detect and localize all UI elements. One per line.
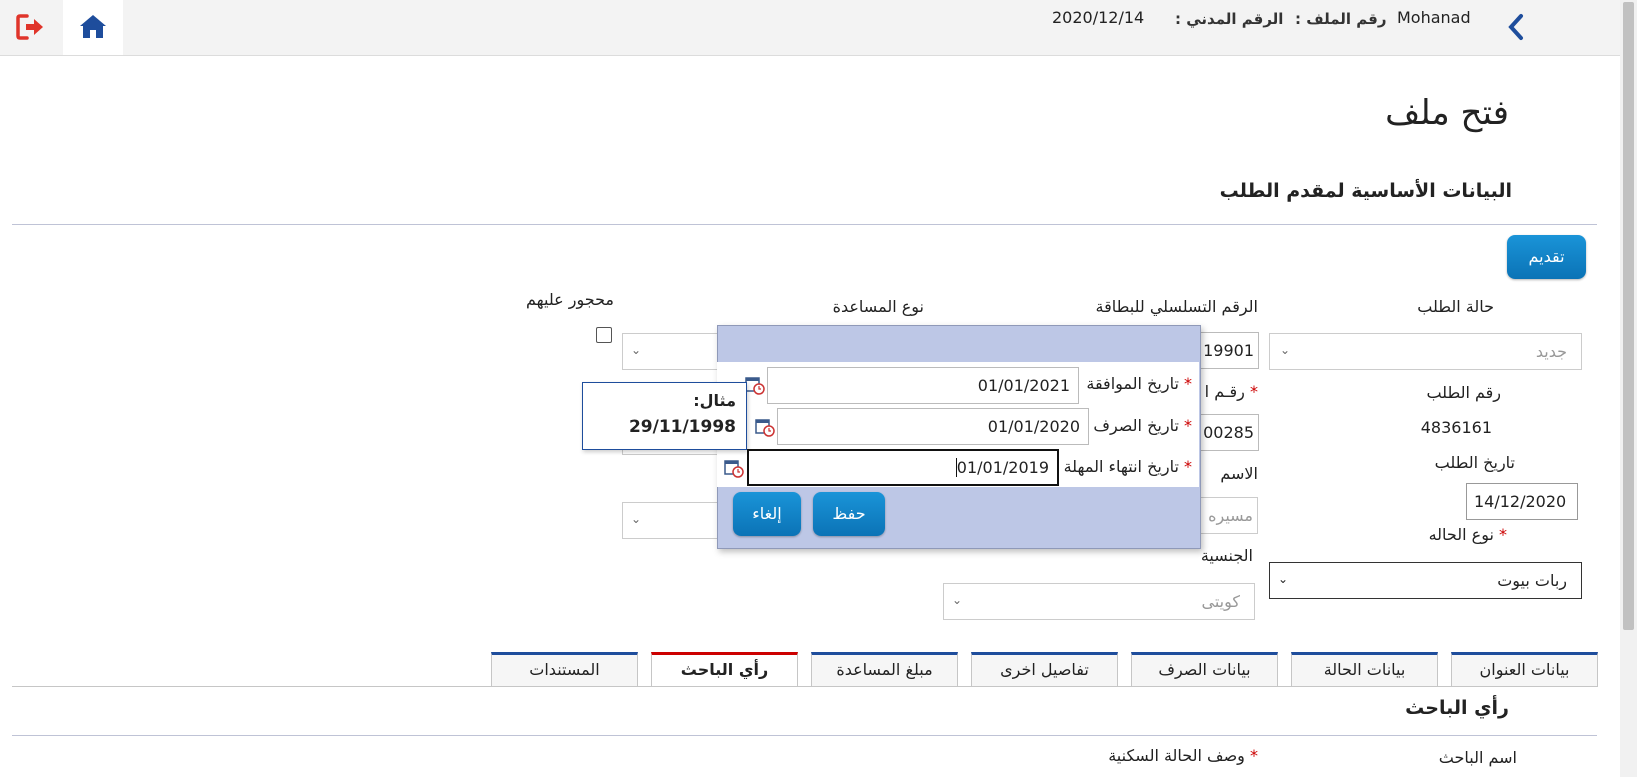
researcher-section-title: رأي الباحث: [1405, 697, 1509, 719]
chevron-down-icon: ⌄: [631, 512, 642, 526]
restricted-label: محجور عليهم: [526, 290, 614, 309]
tab-researcher-opinion[interactable]: رأي الباحث: [651, 652, 798, 687]
tab-documents[interactable]: المستندات: [491, 652, 638, 687]
submit-button[interactable]: تقديم: [1507, 235, 1586, 279]
approval-date-input[interactable]: 01/01/2021: [767, 367, 1079, 404]
tooltip-title: مثال:: [693, 391, 736, 410]
approval-date-label: * تاريخ الموافقة: [1086, 374, 1192, 393]
home-icon: [80, 15, 106, 38]
tab-payment[interactable]: بيانات الصرف: [1131, 652, 1278, 687]
request-status-select[interactable]: جديد ⌄: [1269, 333, 1582, 370]
page-title: فتح ملف: [1385, 93, 1509, 133]
payment-date-input[interactable]: 01/01/2020: [777, 408, 1089, 445]
deadline-date-label: * تاريخ انتهاء المهلة: [1063, 457, 1192, 476]
request-status-label: حالة الطلب: [1417, 297, 1494, 316]
card-serial-label: الرقم التسلسلي للبطاقة: [1095, 297, 1258, 316]
case-type-select[interactable]: ربات بيوت ⌄: [1269, 562, 1582, 599]
tab-assistance-amount[interactable]: مبلغ المساعدة: [811, 652, 958, 687]
name-label: الاسم: [1220, 464, 1258, 483]
calendar-clock-icon[interactable]: [745, 375, 765, 399]
restricted-checkbox[interactable]: [596, 327, 612, 343]
chevron-down-icon: ⌄: [1278, 572, 1289, 586]
request-number-value: 4836161: [1420, 418, 1492, 437]
chevron-left-icon[interactable]: [1504, 12, 1528, 42]
tab-other-details[interactable]: تفاصيل اخرى: [971, 652, 1118, 687]
request-date-input[interactable]: 14/12/2020: [1466, 483, 1578, 520]
section-title: البيانات الأساسية لمقدم الطلب: [1219, 180, 1512, 202]
chevron-down-icon: ⌄: [952, 593, 963, 607]
header-date: 2020/12/14: [1052, 8, 1145, 27]
name-input[interactable]: مسيره: [1196, 497, 1258, 534]
request-number-label: رقم الطلب: [1426, 383, 1501, 402]
cancel-button[interactable]: إلغاء: [733, 492, 801, 536]
section-divider: [12, 224, 1597, 225]
researcher-name-label: اسم الباحث: [1438, 748, 1517, 767]
home-button[interactable]: [63, 0, 123, 55]
save-button[interactable]: حفظ: [813, 492, 885, 536]
assistance-type-label: نوع المساعدة: [832, 297, 924, 316]
case-type-label: * نوع الحاله: [1428, 525, 1507, 544]
payment-date-label: * تاريخ الصرف: [1093, 416, 1192, 435]
logout-icon[interactable]: [15, 12, 45, 42]
civil-id-label: الرقم المدني :: [1175, 10, 1284, 28]
scrollbar-thumb[interactable]: [1623, 2, 1634, 630]
header-username: Mohanad: [1397, 8, 1471, 27]
chevron-down-icon: ⌄: [631, 343, 642, 357]
partial-field-input[interactable]: 00285: [1196, 414, 1259, 451]
top-bar: [0, 0, 1620, 56]
partial-field-label: * رقـم ا: [1204, 382, 1258, 401]
tab-address[interactable]: بيانات العنوان: [1451, 652, 1598, 687]
researcher-divider: [12, 735, 1597, 736]
card-serial-input[interactable]: 19901: [1196, 332, 1259, 369]
date-format-tooltip: مثال: 29/11/1998: [582, 382, 747, 450]
calendar-clock-icon[interactable]: [724, 458, 744, 482]
housing-desc-label: * وصف الحالة السكنية: [1108, 746, 1258, 765]
tooltip-example: 29/11/1998: [628, 417, 736, 437]
secondary-select[interactable]: ⌄: [622, 502, 722, 539]
request-date-label: تاريخ الطلب: [1434, 453, 1515, 472]
tabs-divider: [12, 686, 1597, 687]
assistance-type-select[interactable]: ⌄: [622, 333, 722, 370]
nationality-select[interactable]: كويتى ⌄: [943, 583, 1255, 620]
file-number-label: رقم الملف :: [1295, 10, 1387, 28]
calendar-clock-icon[interactable]: [755, 417, 775, 441]
nationality-label: الجنسية: [1200, 546, 1253, 565]
deadline-date-input[interactable]: 01/01/2019: [747, 449, 1059, 486]
chevron-down-icon: ⌄: [1280, 343, 1291, 357]
tab-case-data[interactable]: بيانات الحالة: [1291, 652, 1438, 687]
